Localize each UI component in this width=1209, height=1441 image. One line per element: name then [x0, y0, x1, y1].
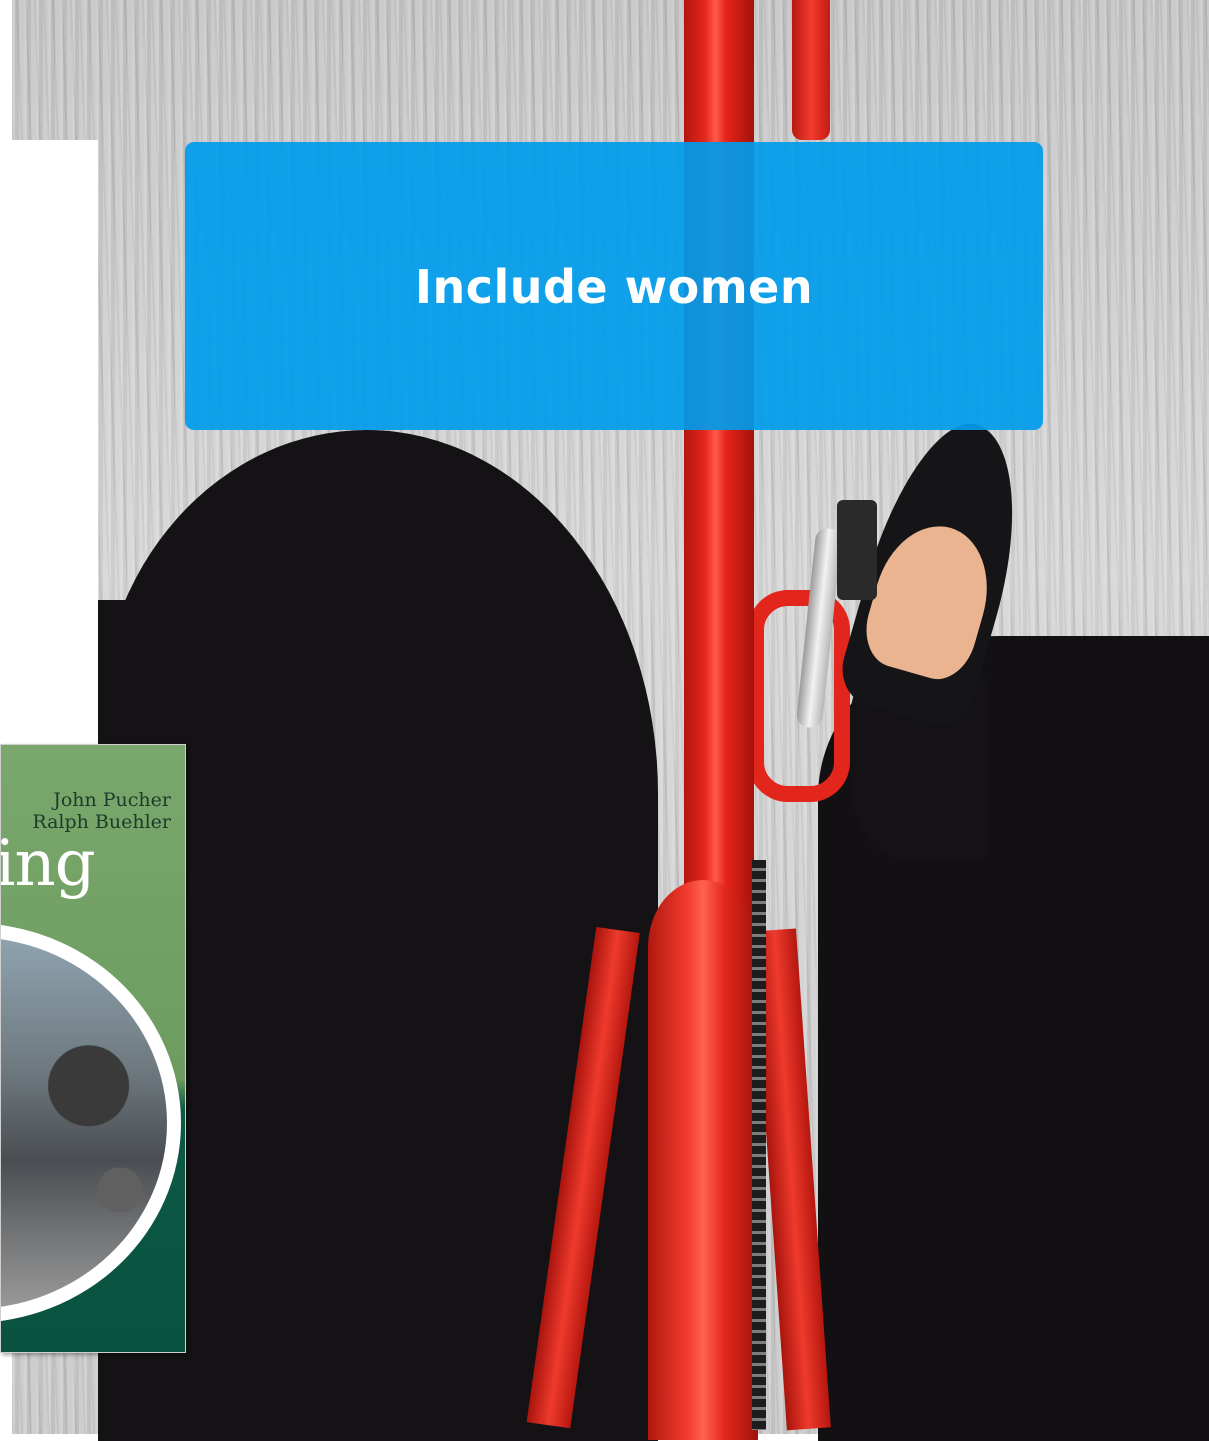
- bike-pedal: [837, 500, 877, 600]
- include-women-callout: Include women: [185, 142, 1043, 430]
- bike-chain: [752, 860, 766, 1430]
- callout-text: Include women: [414, 260, 814, 314]
- book-title-fragment: ing: [0, 827, 96, 901]
- book-cover: John Pucher Ralph Buehler ing: [0, 744, 186, 1353]
- white-background-panel: [0, 140, 98, 744]
- bike-upper-tube: [792, 0, 830, 140]
- bike-seat-tube: [648, 880, 758, 1440]
- book-author-1: John Pucher: [53, 789, 171, 811]
- image-stage: John Pucher Ralph Buehler ing Include wo…: [0, 0, 1209, 1441]
- book-cyclists-photo: [1, 937, 167, 1309]
